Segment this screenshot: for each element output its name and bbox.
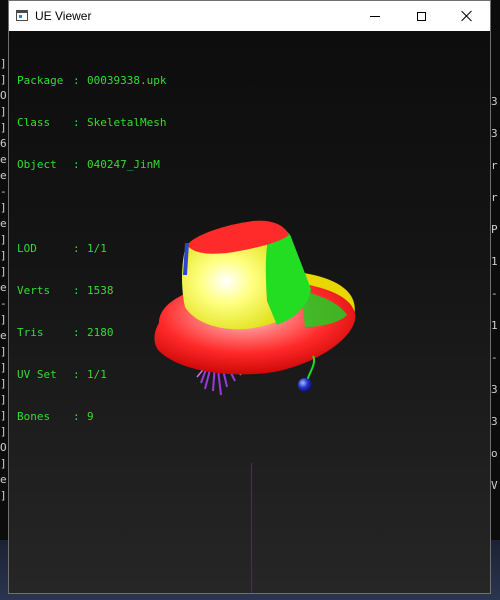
console-glyph: 3 (491, 415, 498, 428)
console-glyph: e (0, 169, 7, 182)
console-glyph: 6 (0, 137, 7, 150)
background-console-left: ]] O]] 6 e e -] e]]] e -] e]]]]]] O] e] (0, 0, 8, 600)
console-glyph: 3 (491, 127, 498, 140)
console-glyph: e (0, 217, 7, 230)
3d-viewport[interactable]: Package:00039338.upk Class: SkeletalMesh … (9, 31, 490, 593)
close-icon (461, 10, 473, 22)
console-glyph: ] (0, 233, 7, 246)
minimize-button[interactable] (352, 1, 398, 31)
console-glyph: V (491, 479, 498, 492)
minimize-icon (370, 15, 380, 17)
close-button[interactable] (444, 1, 490, 31)
console-glyph: ] (0, 313, 7, 326)
console-glyph: - (491, 351, 498, 364)
console-glyph: ] (0, 345, 7, 358)
console-glyph: 1 (491, 319, 498, 332)
title-bar[interactable]: UE Viewer (9, 1, 490, 31)
bead-ball (298, 378, 312, 392)
console-glyph: o (491, 447, 498, 460)
maximize-button[interactable] (398, 1, 444, 31)
console-glyph: ] (0, 265, 7, 278)
console-glyph: e (0, 153, 7, 166)
console-glyph: ] (0, 249, 7, 262)
console-glyph: - (491, 287, 498, 300)
console-glyph: e (0, 329, 7, 342)
app-window-icon (16, 10, 28, 21)
console-glyph: ] (0, 393, 7, 406)
console-glyph: - (0, 185, 7, 198)
ue-viewer-window[interactable]: UE Viewer Package:00039338.upk Class: Ske… (8, 0, 491, 594)
console-glyph: P (491, 223, 498, 236)
console-glyph: ] (0, 57, 7, 70)
console-glyph: 3 (491, 95, 498, 108)
console-glyph: ] (0, 489, 7, 502)
console-glyph: O (0, 89, 7, 102)
console-glyph: ] (0, 73, 7, 86)
console-glyph: 1 (491, 255, 498, 268)
console-glyph: ] (0, 409, 7, 422)
console-glyph: ] (0, 201, 7, 214)
console-glyph: 3 (491, 383, 498, 396)
window-title: UE Viewer (35, 9, 92, 23)
console-glyph: r (491, 191, 498, 204)
maximize-icon (416, 11, 426, 21)
console-glyph: O (0, 441, 7, 454)
console-glyph: ] (0, 121, 7, 134)
console-glyph: ] (0, 377, 7, 390)
console-glyph: - (0, 297, 7, 310)
background-console-right: 3 3 r r P 1 - 1 - 3 3 o V (491, 0, 500, 600)
console-glyph: ] (0, 361, 7, 374)
hat-mesh-model (154, 220, 356, 396)
console-glyph: ] (0, 457, 7, 470)
console-glyph: e (0, 473, 7, 486)
console-glyph: ] (0, 425, 7, 438)
console-glyph: ] (0, 105, 7, 118)
console-glyph: r (491, 159, 498, 172)
console-glyph: e (0, 281, 7, 294)
